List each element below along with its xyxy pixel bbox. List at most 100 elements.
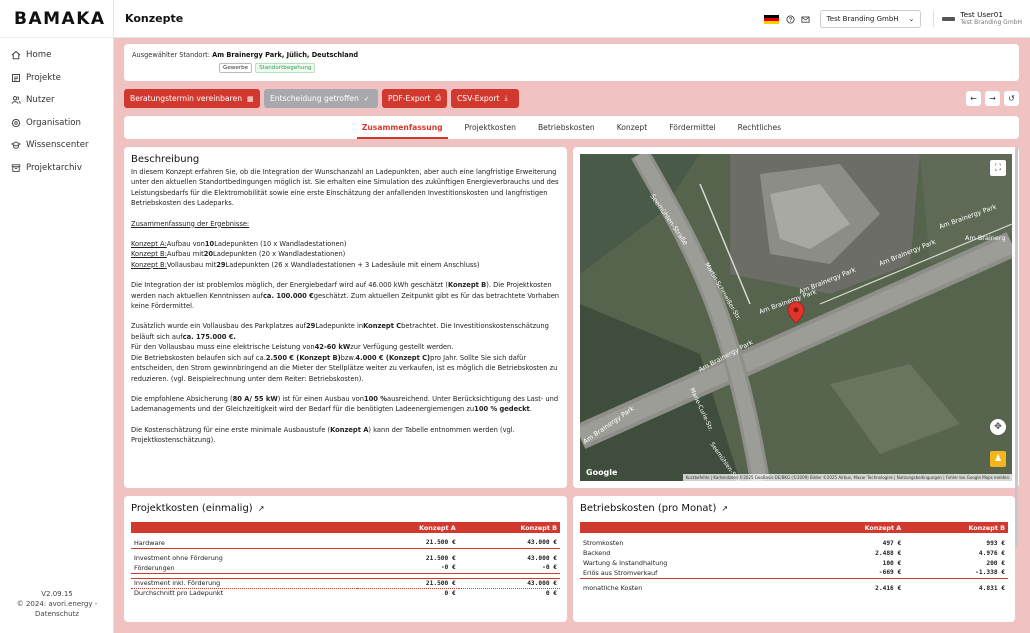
header-actions: Test Branding GmbH ⌄ Test User01 Test Br…: [763, 0, 1022, 38]
betriebskosten-title[interactable]: Betriebskosten (pro Monat) ↗: [580, 503, 1008, 514]
table-row: Wartung & Instandhaltung 100 € 200 €: [580, 558, 1008, 568]
graduation-icon: [11, 140, 21, 150]
table-header: Konzept A: [800, 522, 905, 533]
back-arrow-icon[interactable]: ←: [966, 91, 981, 106]
location-line: Ausgewählter Standort: Am Brainergy Park…: [132, 51, 1011, 59]
paragraph-protection: Die empfohlene Absicherung (80 A/ 55 kW)…: [131, 394, 559, 414]
tab-zusammenfassung[interactable]: Zusammenfassung: [351, 116, 454, 139]
paragraph-full-expansion: Zusätzlich wurde ein Vollausbau des Park…: [131, 322, 558, 383]
table-cell-value: 4.976 €: [978, 549, 1005, 557]
sidebar-item-label: Wissenscenter: [26, 140, 89, 151]
table-cell-value: 43.000 €: [458, 538, 560, 549]
location-card: Ausgewählter Standort: Am Brainergy Park…: [124, 44, 1019, 81]
table-cell-label: Durchschnitt pro Ladepunkt: [134, 589, 224, 598]
map-attribution[interactable]: Kurzbefehle | Kartendaten ©2025 GeoBasis…: [682, 474, 1012, 481]
organisation-select-value: Test Branding GmbH: [826, 15, 899, 23]
table-cell-value: -0 €: [357, 563, 459, 574]
table-row: Erlös aus Stromverkauf -669 € -1.338 €: [580, 568, 1008, 579]
chevron-down-icon: ⌄: [908, 15, 915, 23]
pdf-export-button[interactable]: PDF-Export ⎙: [382, 89, 447, 108]
app-logo[interactable]: BAMAKA: [0, 0, 113, 38]
table-cell-value: 43.000 €: [458, 578, 560, 589]
tab-konzept[interactable]: Konzept: [606, 116, 659, 139]
sidebar-item-nutzer[interactable]: Nutzer: [0, 89, 113, 112]
mail-icon[interactable]: [801, 15, 810, 24]
language-flag-icon[interactable]: [763, 14, 779, 24]
map-street-label: Am Brainerg: [965, 234, 1006, 242]
tab-projektkosten[interactable]: Projektkosten: [454, 116, 527, 139]
table-row: Förderungen -0 € -0 €: [131, 563, 560, 574]
user-menu[interactable]: Test User01 Test Branding GmbH: [933, 11, 1022, 27]
pdf-export-label: PDF-Export: [388, 94, 431, 103]
sidebar-item-projektarchiv[interactable]: Projektarchiv: [0, 157, 113, 180]
concept-a-line: Konzept A:Aufbau von10Ladepunkten (10 x …: [131, 240, 347, 249]
table-cell-value: 2.488 €: [875, 549, 902, 557]
fullscreen-icon[interactable]: ⛶: [990, 160, 1006, 176]
location-value: Am Brainergy Park, Jülich, Deutschland: [212, 51, 359, 59]
sidebar-item-home[interactable]: Home: [0, 44, 113, 67]
table-cell-value: 21.500 €: [425, 554, 456, 562]
table-header: Konzept B: [458, 522, 560, 533]
tab-rechtliches[interactable]: Rechtliches: [727, 116, 792, 139]
forward-arrow-icon[interactable]: →: [985, 91, 1000, 106]
description-title: Beschreibung: [131, 154, 200, 165]
user-organisation: Test Branding GmbH: [960, 19, 1022, 26]
tag-gewerbe: Gewerbe: [219, 63, 253, 73]
privacy-link[interactable]: Datenschutz: [0, 609, 114, 619]
table-cell-value: 200 €: [986, 559, 1005, 567]
csv-export-label: CSV-Export: [457, 94, 500, 103]
projektkosten-title[interactable]: Projektkosten (einmalig) ↗: [131, 503, 560, 514]
table-cell-value: 497 €: [882, 539, 902, 547]
appointment-button-label: Beratungstermin vereinbaren: [130, 94, 243, 103]
table-header: [131, 522, 358, 533]
table-row: Stromkosten 497 € 993 €: [580, 538, 1008, 548]
description-body: In diesem Konzept erfahren Sie, ob die I…: [131, 167, 560, 446]
external-link-icon[interactable]: ↗: [258, 504, 265, 513]
tab-betriebskosten[interactable]: Betriebskosten: [527, 116, 606, 139]
description-intro: In diesem Konzept erfahren Sie, ob die I…: [131, 168, 559, 208]
sidebar-item-wissenscenter[interactable]: Wissenscenter: [0, 134, 113, 157]
concept-c-line: Konzept B:Vollausbau mit29Ladepunkten (2…: [131, 260, 480, 269]
street-view-pegman-icon[interactable]: ♟: [990, 451, 1006, 467]
map-camera-control-icon[interactable]: ✥: [990, 419, 1006, 435]
table-cell-value: 100 €: [882, 559, 902, 567]
projektkosten-card: Projektkosten (einmalig) ↗ Konzept A Kon…: [124, 496, 567, 622]
table-cell-label: monatliche Kosten: [583, 584, 643, 592]
table-header-row: Konzept A Konzept B: [131, 522, 560, 533]
appointment-button[interactable]: Beratungstermin vereinbaren ▦: [124, 89, 260, 108]
table-cell-value: 0 €: [444, 589, 456, 597]
external-link-icon[interactable]: ↗: [721, 504, 728, 513]
table-cell-value: -1.338 €: [904, 568, 1008, 579]
table-cell-value: 0 €: [545, 589, 557, 597]
organisation-select[interactable]: Test Branding GmbH ⌄: [819, 10, 922, 28]
page-scrollbar[interactable]: [1015, 147, 1018, 547]
table-cell-value: 21.500 €: [357, 538, 459, 549]
home-icon: [11, 50, 21, 60]
summary-heading: Zusammenfassung der Ergebnisse:: [131, 219, 250, 228]
tab-foerdermittel[interactable]: Fördermittel: [658, 116, 726, 139]
sidebar-item-label: Projektarchiv: [26, 162, 82, 173]
sidebar-item-projekte[interactable]: Projekte: [0, 67, 113, 90]
table-row: Investment ohne Förderung 21.500 € 43.00…: [131, 553, 560, 563]
sidebar: BAMAKA Home Projekte Nutzer Organisation…: [0, 0, 114, 633]
version-label: V2.09.15: [41, 590, 73, 598]
table-header: Konzept A: [357, 522, 459, 533]
archive-icon: [11, 163, 21, 173]
table-cell-label: Investment inkl. Förderung: [131, 578, 358, 589]
table-cell-label: Hardware: [131, 538, 358, 549]
table-header: Konzept B: [904, 522, 1008, 533]
csv-export-button[interactable]: CSV-Export ⤓: [451, 89, 519, 108]
table-cell-label: Investment ohne Förderung: [134, 554, 223, 562]
undo-icon[interactable]: ↺: [1004, 91, 1019, 106]
organisation-icon: [11, 118, 21, 128]
table-row: Hardware 21.500 € 43.000 €: [131, 538, 560, 549]
help-icon[interactable]: [786, 14, 795, 24]
user-name: Test User01: [960, 10, 1004, 19]
decision-button[interactable]: Entscheidung getroffen ✓: [264, 89, 378, 108]
description-card: Beschreibung In diesem Konzept erfahren …: [124, 147, 567, 488]
sidebar-item-organisation[interactable]: Organisation: [0, 112, 113, 135]
calendar-icon: ▦: [247, 94, 254, 103]
paragraph-integration: Die Integration der ist problemlos mögli…: [131, 281, 560, 311]
table-cell-label: Förderungen: [131, 563, 358, 574]
satellite-map[interactable]: Seemühlen-Straße Am Brainergy Park Am Br…: [580, 154, 1012, 481]
